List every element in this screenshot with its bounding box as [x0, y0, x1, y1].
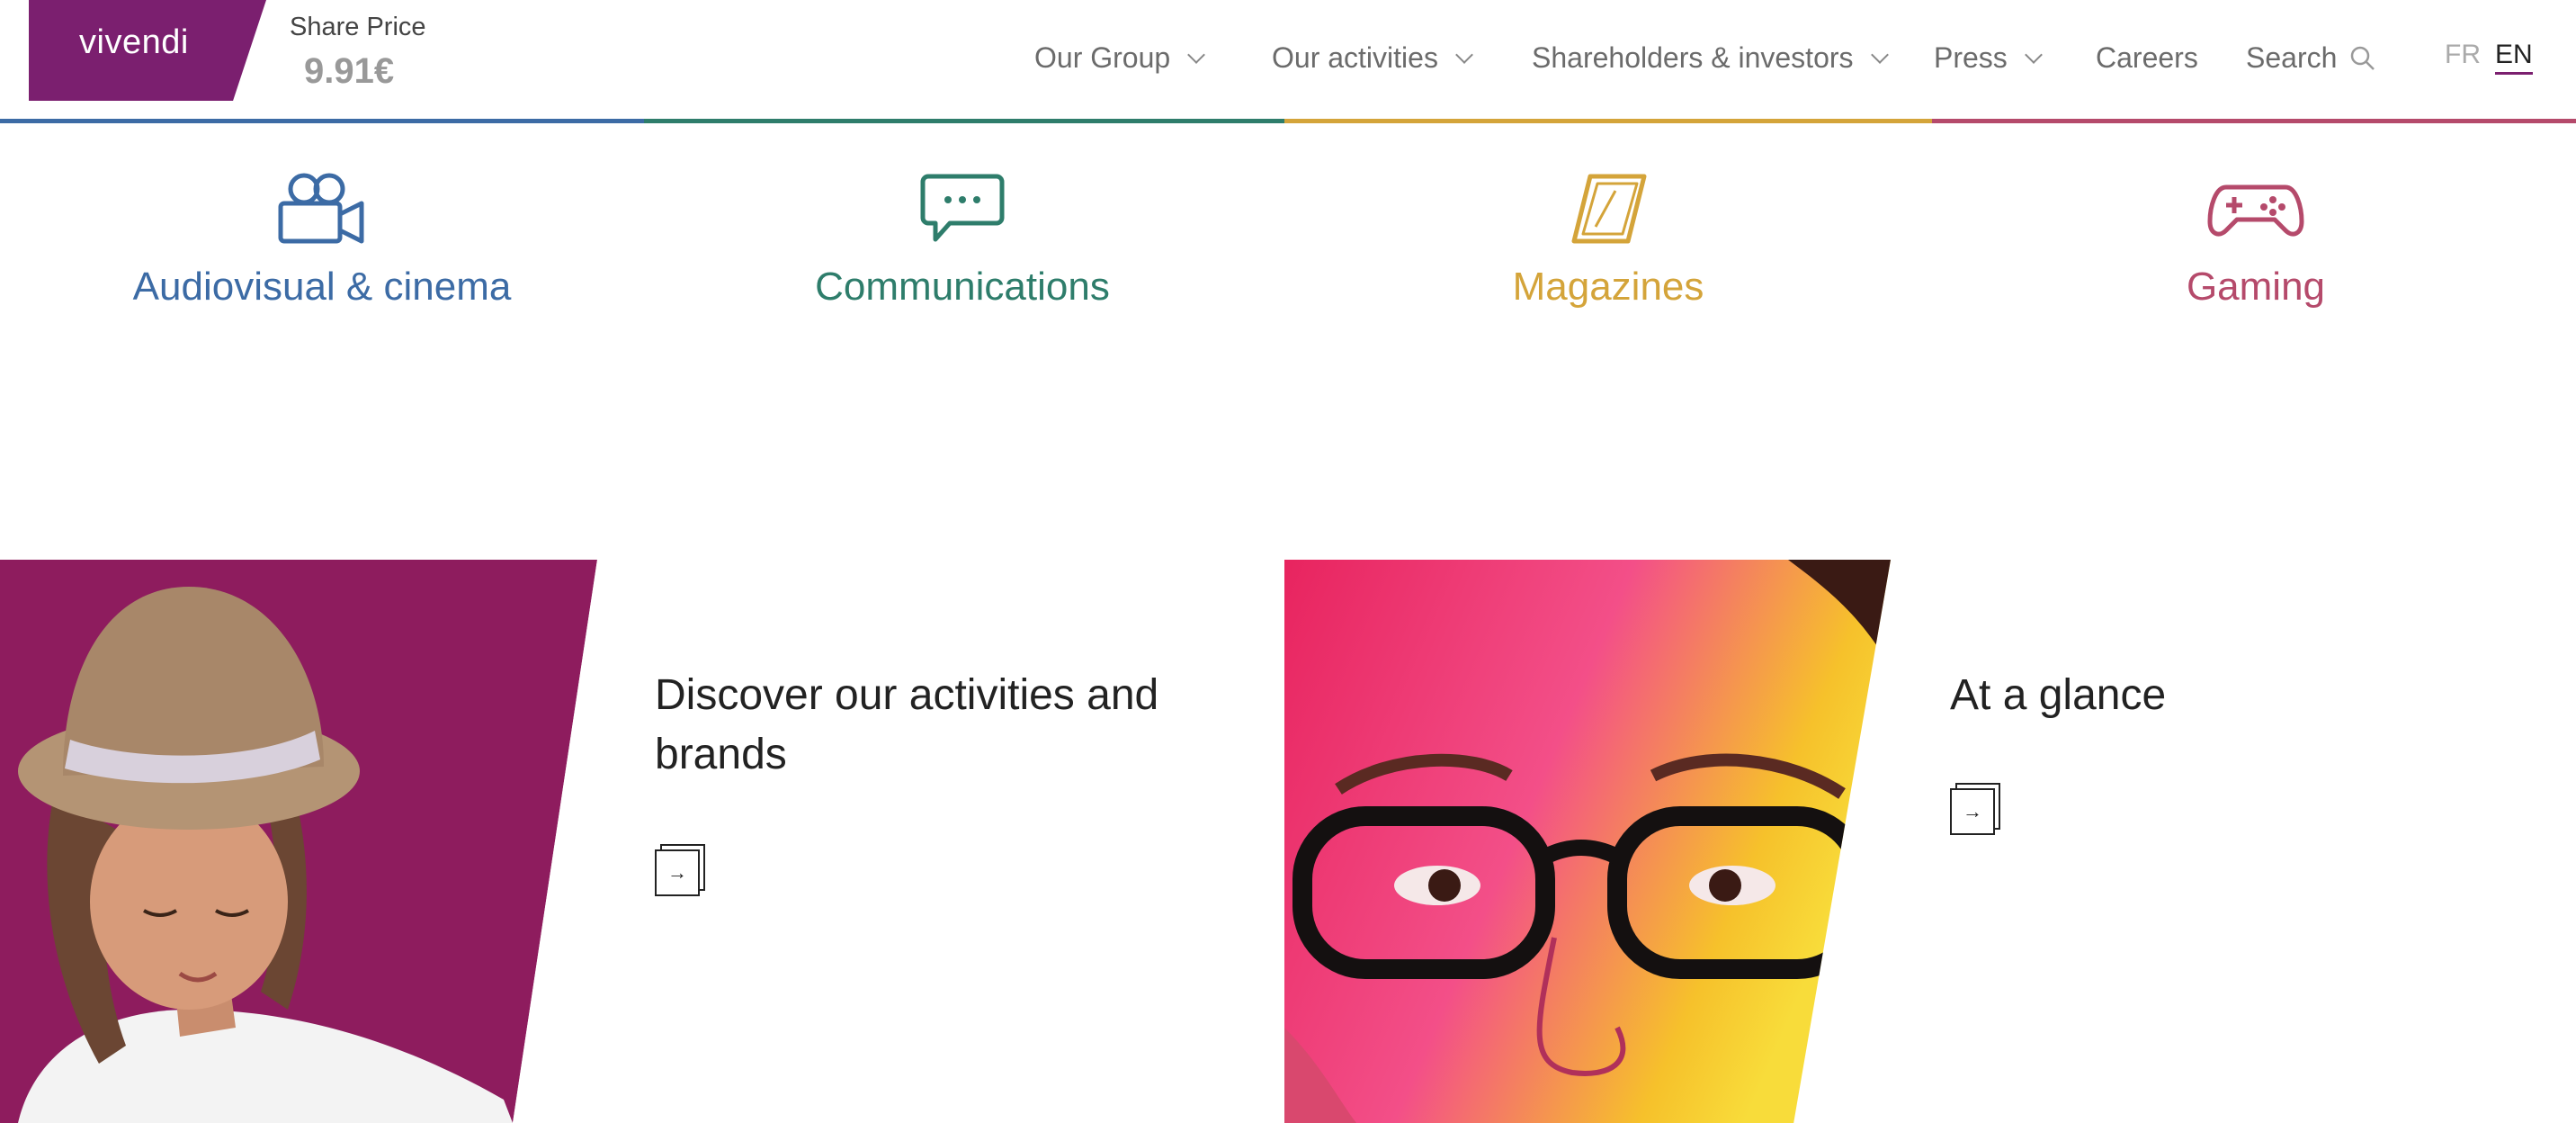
activities-photo [0, 560, 597, 1123]
nav-our-group[interactable]: Our Group [1034, 41, 1206, 75]
chevron-down-icon [1455, 45, 1473, 64]
activity-gaming[interactable]: Gaming [1934, 171, 2576, 310]
gamepad-icon [2207, 184, 2304, 237]
rule-magazines [1284, 119, 1932, 123]
activity-audiovisual[interactable]: Audiovisual & cinema [0, 171, 644, 310]
activity-gaming-label: Gaming [2186, 265, 2326, 309]
vivendi-logo[interactable]: vivendi [29, 0, 266, 101]
arrow-right-icon: → [1950, 788, 1995, 835]
share-price-label: Share Price [290, 13, 426, 41]
nav-careers[interactable]: Careers [2096, 41, 2198, 75]
at-a-glance-photo [1284, 560, 1891, 1123]
activity-audiovisual-label: Audiovisual & cinema [132, 265, 512, 309]
chevron-down-icon [2024, 45, 2043, 64]
activity-magazines-label: Magazines [1512, 265, 1704, 309]
chat-bubble-icon [920, 174, 1005, 242]
share-price-value: 9.91€ [304, 51, 395, 91]
chevron-down-icon [1870, 45, 1889, 64]
activity-magazines[interactable]: Magazines [1286, 171, 1930, 310]
lang-en[interactable]: EN [2495, 40, 2533, 75]
activity-communications[interactable]: Communications [640, 171, 1284, 310]
share-price: Share Price 9.91€ [290, 13, 426, 92]
card-title-at-a-glance: At a glance [1950, 671, 2167, 719]
search-button[interactable]: Search [2246, 41, 2376, 75]
nav-our-activities-label: Our activities [1272, 41, 1438, 74]
nav-our-activities[interactable]: Our activities [1272, 41, 1473, 75]
magazine-icon [1571, 174, 1647, 244]
nav-our-group-label: Our Group [1034, 41, 1171, 74]
nav-careers-label: Careers [2096, 41, 2198, 74]
at-a-glance-arrow-button[interactable]: → [1950, 783, 2002, 835]
video-camera-icon [278, 173, 364, 244]
rule-communications [644, 119, 1284, 123]
logo-text: vivendi [79, 23, 189, 61]
site-header: vivendi Share Price 9.91€ Our Group Our … [0, 0, 2576, 121]
card-title-discover: Discover our activities and brands [655, 671, 1159, 778]
nav-shareholders-investors-label: Shareholders & investors [1532, 41, 1854, 74]
nav-press[interactable]: Press [1934, 41, 2043, 75]
lang-fr[interactable]: FR [2445, 40, 2481, 70]
arrow-right-icon: → [655, 849, 700, 896]
nav-shareholders-investors[interactable]: Shareholders & investors [1532, 41, 1889, 75]
activity-communications-label: Communications [815, 265, 1110, 309]
nav-press-label: Press [1934, 41, 2008, 74]
chevron-down-icon [1187, 45, 1206, 64]
search-label: Search [2246, 41, 2338, 74]
rule-audiovisual [0, 119, 644, 123]
rule-gaming [1932, 119, 2576, 123]
discover-arrow-button[interactable]: → [655, 844, 707, 896]
search-icon [2351, 46, 2375, 70]
